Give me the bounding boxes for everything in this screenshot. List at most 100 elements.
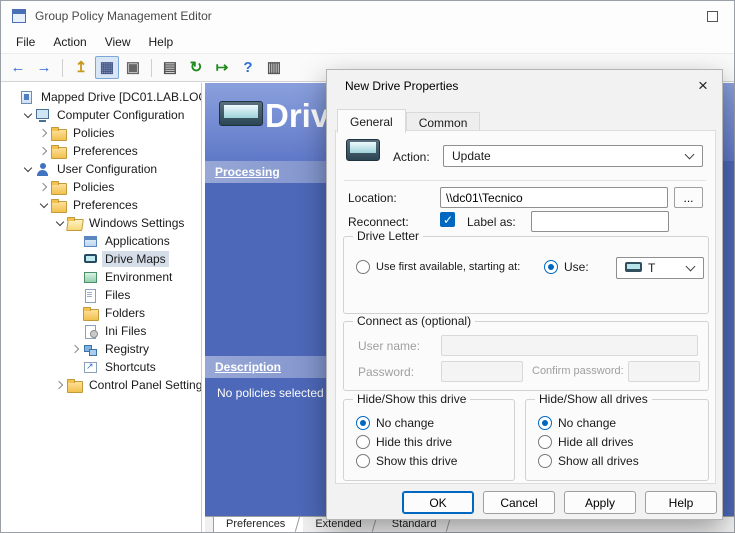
- dialog-title-bar: New Drive Properties ×: [327, 70, 722, 102]
- back-button[interactable]: ←: [6, 56, 30, 79]
- drive-icon: [625, 262, 642, 274]
- apply-button[interactable]: Apply: [564, 491, 636, 514]
- forward-icon: →: [37, 60, 52, 75]
- connect-as-group-title: Connect as (optional): [353, 314, 475, 328]
- clipboard-icon: ▣: [126, 60, 140, 75]
- toolbar-separator: [151, 59, 152, 77]
- tree-item-control-panel-setting[interactable]: Control Panel Setting: [1, 376, 201, 394]
- drive-icon: [83, 253, 98, 266]
- tree-item-ini-files[interactable]: Ini Files: [1, 322, 201, 340]
- forward-button[interactable]: →: [32, 56, 56, 79]
- radio-label: Hide all drives: [558, 435, 633, 449]
- gpme-window: Group Policy Management Editor FileActio…: [0, 0, 735, 533]
- tree-item-shortcuts[interactable]: Shortcuts: [1, 358, 201, 376]
- tree-item-registry[interactable]: Registry: [1, 340, 201, 358]
- radio-use-first-available[interactable]: Use first available, starting at:: [356, 260, 520, 274]
- tree-item-mapped-drive-dc01-lab-loca[interactable]: Mapped Drive [DC01.LAB.LOCA: [1, 88, 201, 106]
- expand-arrow-icon[interactable]: [37, 142, 50, 160]
- tree-item-environment[interactable]: Environment: [1, 268, 201, 286]
- radio-hide-all-drives[interactable]: Hide all drives: [538, 435, 639, 449]
- tree-item-windows-settings[interactable]: Windows Settings: [1, 214, 201, 232]
- help-button[interactable]: ?: [236, 56, 260, 79]
- refresh-button[interactable]: ↻: [184, 56, 208, 79]
- radio-label: Show this drive: [376, 454, 457, 468]
- browse-button[interactable]: ...: [674, 187, 703, 208]
- expander-spacer: [69, 268, 82, 286]
- print-button[interactable]: ▤: [158, 56, 182, 79]
- tree-item-user-configuration[interactable]: User Configuration: [1, 160, 201, 178]
- export-list-button[interactable]: ↦: [210, 56, 234, 79]
- radio-icon: [356, 454, 370, 468]
- expand-arrow-icon[interactable]: [37, 178, 50, 196]
- hide-all-options: No change Hide all drives Show all drives: [538, 416, 639, 468]
- cancel-button[interactable]: Cancel: [483, 491, 555, 514]
- radio-use[interactable]: Use:: [544, 260, 589, 274]
- tree-item-preferences[interactable]: Preferences: [1, 196, 201, 214]
- menu-action[interactable]: Action: [44, 32, 95, 52]
- tab-preferences[interactable]: Preferences: [213, 517, 303, 532]
- collapse-arrow-icon[interactable]: [21, 106, 34, 124]
- user-name-label: User name:: [358, 339, 420, 353]
- radio-no-change[interactable]: No change: [538, 416, 639, 430]
- drive-letter-select[interactable]: T: [616, 257, 704, 279]
- tab-general[interactable]: General: [337, 109, 406, 133]
- radio-no-change[interactable]: No change: [356, 416, 457, 430]
- password-label: Password:: [358, 365, 414, 379]
- radio-hide-this-drive[interactable]: Hide this drive: [356, 435, 457, 449]
- console-tree: Mapped Drive [DC01.LAB.LOCAComputer Conf…: [1, 83, 202, 532]
- general-tab-page: Action: Update Location: ... Reconnect: …: [335, 130, 716, 484]
- files-icon: [83, 289, 98, 302]
- tree-item-applications[interactable]: Applications: [1, 232, 201, 250]
- clipboard-button[interactable]: ▣: [121, 56, 145, 79]
- tree-item-folders[interactable]: Folders: [1, 304, 201, 322]
- refresh-icon: ↻: [190, 60, 203, 75]
- drive-letter-group: Drive Letter Use first available, starti…: [343, 236, 709, 314]
- tree-item-computer-configuration[interactable]: Computer Configuration: [1, 106, 201, 124]
- tree-item-label: Drive Maps: [102, 251, 169, 267]
- tree-item-preferences[interactable]: Preferences: [1, 142, 201, 160]
- ok-button[interactable]: OK: [402, 491, 474, 514]
- expand-arrow-icon[interactable]: [69, 340, 82, 358]
- expand-arrow-icon[interactable]: [37, 124, 50, 142]
- location-label: Location:: [348, 191, 397, 205]
- location-input[interactable]: [440, 187, 668, 208]
- empty-policies-text: No policies selected: [217, 386, 324, 400]
- chevron-down-icon: [685, 150, 695, 160]
- title-bar: Group Policy Management Editor: [1, 1, 734, 31]
- up-one-level-button[interactable]: ↥: [69, 56, 93, 79]
- collapse-arrow-icon[interactable]: [53, 214, 66, 232]
- expander-spacer: [69, 304, 82, 322]
- tree-item-policies[interactable]: Policies: [1, 178, 201, 196]
- hide-show-all-drives-title: Hide/Show all drives: [535, 392, 652, 406]
- close-icon[interactable]: ×: [690, 74, 716, 98]
- expand-arrow-icon[interactable]: [53, 376, 66, 394]
- list-view-button[interactable]: ▥: [262, 56, 286, 79]
- expander-spacer: [69, 286, 82, 304]
- collapse-arrow-icon[interactable]: [21, 160, 34, 178]
- collapse-arrow-icon[interactable]: [37, 196, 50, 214]
- radio-label: No change: [376, 416, 434, 430]
- expander-spacer: [69, 232, 82, 250]
- menu-help[interactable]: Help: [140, 32, 183, 52]
- tree-item-drive-maps[interactable]: Drive Maps: [1, 250, 201, 268]
- label-as-label: Label as:: [467, 215, 516, 229]
- tree-item-files[interactable]: Files: [1, 286, 201, 304]
- description-link[interactable]: Description: [215, 360, 281, 374]
- reconnect-checkbox[interactable]: [440, 212, 455, 227]
- folder-icon: [51, 181, 66, 194]
- expander-spacer: [69, 358, 82, 376]
- help-button[interactable]: Help: [645, 491, 717, 514]
- processing-link[interactable]: Processing: [215, 165, 280, 179]
- show-console-tree-button[interactable]: ▦: [95, 56, 119, 79]
- tree-item-label: Mapped Drive [DC01.LAB.LOCA: [38, 89, 201, 105]
- menu-view[interactable]: View: [96, 32, 140, 52]
- maximize-button[interactable]: [707, 11, 718, 22]
- menu-file[interactable]: File: [7, 32, 44, 52]
- label-as-input[interactable]: [531, 211, 669, 232]
- action-select[interactable]: Update: [443, 145, 703, 167]
- hide-show-all-drives-group: Hide/Show all drives No changeHide all d…: [525, 399, 709, 481]
- folder-icon: [67, 379, 82, 392]
- radio-show-all-drives[interactable]: Show all drives: [538, 454, 639, 468]
- radio-show-this-drive[interactable]: Show this drive: [356, 454, 457, 468]
- tree-item-policies[interactable]: Policies: [1, 124, 201, 142]
